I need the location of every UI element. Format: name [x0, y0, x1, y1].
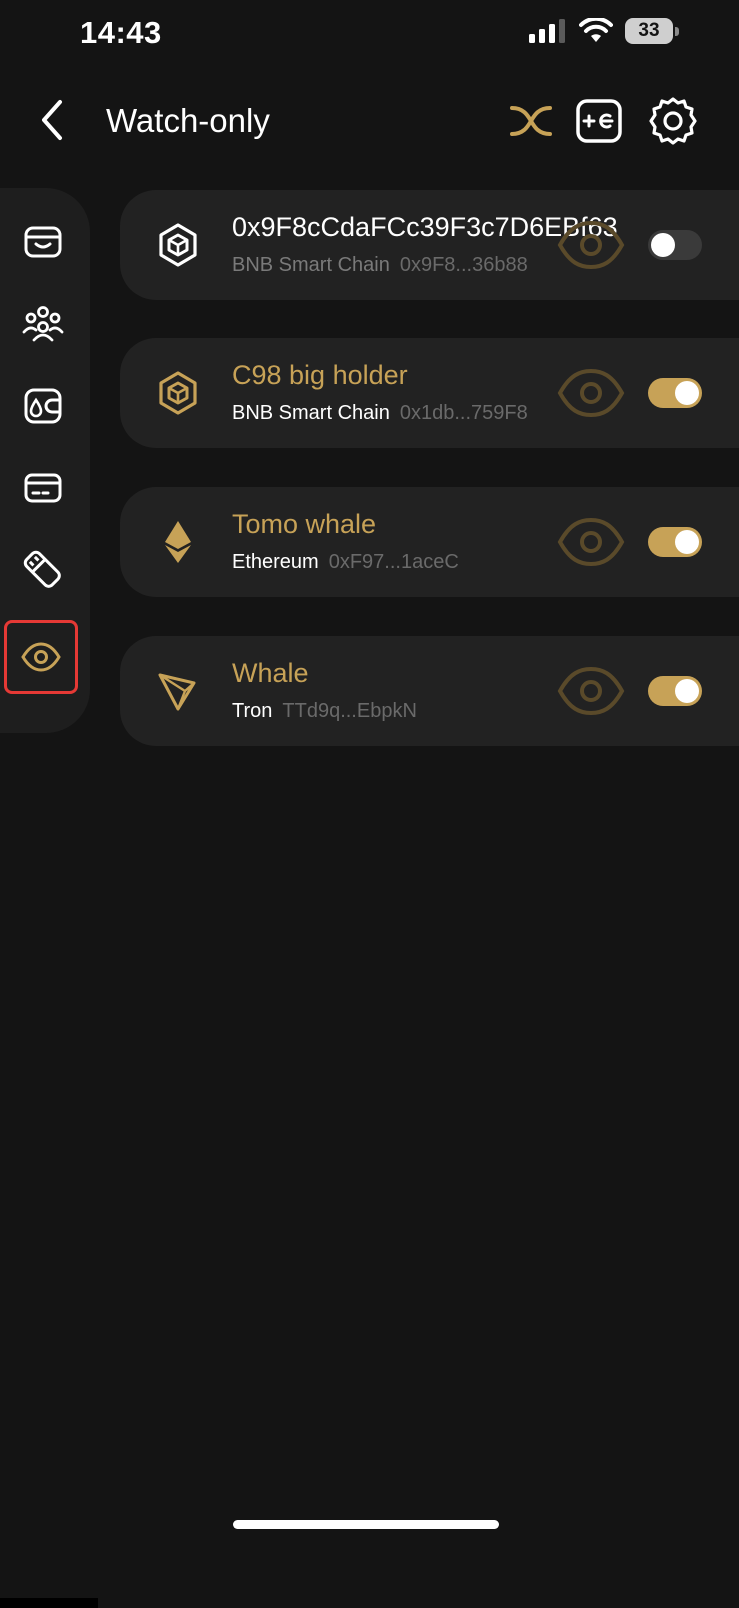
wallet-toggle[interactable] [648, 378, 702, 408]
back-button[interactable] [30, 96, 78, 144]
eye-icon [21, 642, 61, 672]
add-wallet-icon [576, 99, 622, 143]
wallet-address: 0x9F8...36b88 [399, 254, 528, 276]
hardware-key-icon [23, 550, 61, 588]
toggle-knob [651, 233, 675, 257]
wallet-toggle[interactable] [648, 527, 702, 557]
sidebar-item-wallets[interactable] [14, 213, 72, 271]
wallet-meta: Tron TTd9q...EbpkN [232, 700, 417, 723]
wallet-name: Whale [232, 658, 309, 688]
eye-icon [557, 666, 625, 716]
watch-eye-button[interactable] [556, 361, 626, 425]
wallet-name: C98 big holder [232, 360, 408, 390]
status-time: 14:43 [80, 15, 162, 50]
eye-icon [557, 220, 625, 270]
eye-icon [557, 517, 625, 567]
chain-name: BNB Smart Chain [232, 254, 390, 276]
watch-eye-button[interactable] [556, 510, 626, 574]
battery-level: 33 [625, 18, 673, 44]
battery-tip [675, 27, 679, 36]
chain-name: Tron [232, 700, 273, 722]
wallet-meta: Ethereum 0xF97...1aceC [232, 551, 459, 574]
group-icon [22, 306, 64, 342]
toggle-knob [675, 381, 699, 405]
wallet-card[interactable]: Whale Tron TTd9q...EbpkN [120, 636, 739, 746]
sidebar-item-wallet-drop[interactable] [14, 377, 72, 435]
chain-name: BNB Smart Chain [232, 402, 390, 424]
sidebar-item-cards[interactable] [14, 459, 72, 517]
toggle-knob [675, 679, 699, 703]
chevron-left-icon [42, 100, 62, 140]
add-wallet-button[interactable] [572, 94, 626, 148]
home-indicator[interactable] [233, 1520, 499, 1529]
bnb-icon [159, 371, 197, 415]
sidebar-item-hardware[interactable] [14, 541, 72, 599]
wallet-address: TTd9q...EbpkN [282, 700, 417, 722]
swap-button[interactable] [504, 94, 558, 148]
corner-block [0, 1598, 98, 1608]
chain-name: Ethereum [232, 551, 319, 573]
wallet-card[interactable]: Tomo whale Ethereum 0xF97...1aceC [120, 487, 739, 597]
sidebar-item-watch-only[interactable] [4, 620, 78, 694]
watch-eye-button[interactable] [556, 659, 626, 723]
tron-icon [158, 673, 196, 711]
status-bar: 14:43 33 [0, 0, 739, 70]
battery-icon: 33 [625, 18, 679, 44]
sidebar-item-groups[interactable] [14, 294, 72, 352]
page-title: Watch-only [106, 102, 270, 139]
wallet-meta: BNB Smart Chain 0x1db...759F8 [232, 402, 528, 425]
ethereum-icon [165, 521, 191, 563]
status-icons: 33 [529, 18, 679, 44]
toggle-knob [675, 530, 699, 554]
settings-button[interactable] [646, 94, 700, 148]
wifi-icon [579, 18, 613, 42]
wallet-card[interactable]: C98 big holder BNB Smart Chain 0x1db...75… [120, 338, 739, 448]
sidebar [0, 188, 90, 733]
gear-icon [649, 97, 697, 145]
header: Watch-only [0, 80, 739, 170]
eye-icon [557, 368, 625, 418]
card-icon [24, 473, 62, 503]
wallet-drop-icon [24, 388, 62, 424]
wallet-toggle[interactable] [648, 676, 702, 706]
wallet-card[interactable]: 0x9F8cCdaFCc39F3c7D6EBf63 BNB Smart Chai… [120, 190, 739, 300]
cellular-signal-icon [529, 19, 565, 43]
wallet-name: Tomo whale [232, 509, 377, 539]
swap-icon [510, 106, 552, 136]
wallet-address: 0x1db...759F8 [399, 402, 528, 424]
wallet-toggle[interactable] [648, 230, 702, 260]
wallet-address: 0xF97...1aceC [328, 551, 459, 573]
wallet-meta: BNB Smart Chain 0x9F8...36b88 [232, 254, 528, 277]
wallet-icon [24, 226, 62, 258]
bnb-icon [159, 223, 197, 267]
watch-eye-button[interactable] [556, 213, 626, 277]
